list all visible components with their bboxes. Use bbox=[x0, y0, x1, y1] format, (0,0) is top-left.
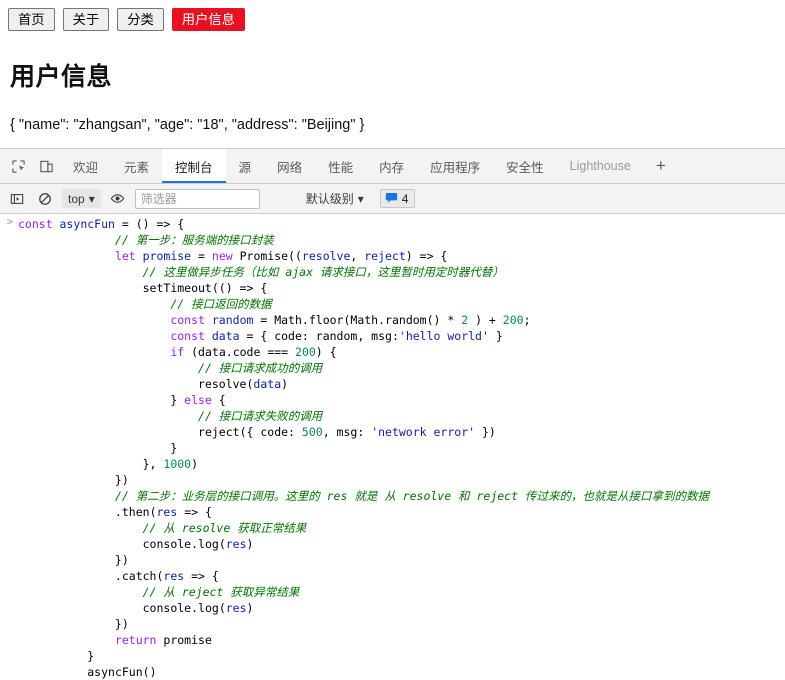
tab-lighthouse[interactable]: Lighthouse bbox=[557, 149, 644, 183]
tab-application[interactable]: 应用程序 bbox=[417, 149, 493, 183]
console-code-line: let promise = new Promise((resolve, reje… bbox=[114, 249, 448, 263]
tab-sources[interactable]: 源 bbox=[226, 149, 265, 183]
console-code-line: .then(res => { bbox=[18, 505, 212, 519]
log-level-selector[interactable]: 默认级别 ▾ bbox=[306, 190, 364, 207]
console-input-code: const asyncFun = () => { // 第一步：服务端的接口封装… bbox=[18, 216, 785, 680]
console-filter-toolbar: top ▾ 默认级别 ▾ 4 bbox=[0, 184, 785, 214]
live-expression-eye-icon[interactable] bbox=[107, 188, 129, 210]
console-code-line: if (data.code === 200) { bbox=[170, 345, 337, 359]
issues-message-icon bbox=[385, 192, 398, 206]
filter-input[interactable] bbox=[134, 188, 260, 209]
device-toolbar-icon[interactable] bbox=[32, 149, 60, 183]
issues-badge[interactable]: 4 bbox=[379, 189, 416, 208]
console-code-line: // 接口请求失败的调用 bbox=[198, 409, 323, 423]
inspect-element-icon[interactable] bbox=[4, 149, 32, 183]
console-sidebar-icon[interactable] bbox=[6, 188, 28, 210]
issues-count: 4 bbox=[401, 191, 409, 206]
console-code-line: // 接口返回的数据 bbox=[170, 297, 272, 311]
tab-welcome[interactable]: 欢迎 bbox=[60, 149, 111, 183]
console-code-line: asyncFun() bbox=[87, 665, 157, 679]
console-code-line: // 从 reject 获取异常结果 bbox=[142, 585, 300, 599]
console-code-line: resolve(data) bbox=[198, 377, 289, 391]
console-code-line: } else { bbox=[18, 393, 226, 407]
execution-context-value: top bbox=[68, 191, 85, 206]
tab-network[interactable]: 网络 bbox=[264, 149, 315, 183]
execution-context-selector[interactable]: top ▾ bbox=[62, 189, 101, 208]
console-code-line: const random = Math.floor(Math.random() … bbox=[170, 313, 531, 327]
console-output-area[interactable]: > const asyncFun = () => { // 第一步：服务端的接口… bbox=[0, 214, 785, 680]
console-code-line: const asyncFun = () => { bbox=[18, 217, 185, 231]
tab-console[interactable]: 控制台 bbox=[162, 149, 226, 183]
console-code-line: }) bbox=[18, 617, 129, 631]
console-code-line: const data = { code: random, msg:'hello … bbox=[170, 329, 503, 343]
console-code-line: // 这里做异步任务（比如 ajax 请求接口，这里暂时用定时器代替） bbox=[142, 265, 504, 279]
console-prompt-glyph: > bbox=[6, 215, 14, 228]
tab-security[interactable]: 安全性 bbox=[493, 149, 557, 183]
chevron-down-icon: ▾ bbox=[357, 191, 364, 206]
console-code-line: } bbox=[18, 649, 95, 663]
console-code-line: // 第一步：服务端的接口封装 bbox=[114, 233, 274, 247]
devtools-tabbar: 欢迎 元素 控制台 源 网络 性能 内存 应用程序 安全性 Lighthouse… bbox=[0, 149, 785, 184]
console-code-line: .catch(res => { bbox=[18, 569, 219, 583]
tab-elements[interactable]: 元素 bbox=[111, 149, 162, 183]
console-code-line: } bbox=[18, 441, 178, 455]
console-code-line: console.log(res) bbox=[142, 601, 254, 615]
devtools-panel: 欢迎 元素 控制台 源 网络 性能 内存 应用程序 安全性 Lighthouse… bbox=[0, 148, 785, 680]
user-info-json-text: { "name": "zhangsan", "age": "18", "addr… bbox=[10, 117, 365, 133]
nav-button-home[interactable]: 首页 bbox=[8, 8, 55, 31]
console-code-line: }) bbox=[18, 473, 129, 487]
nav-button-user-info[interactable]: 用户信息 bbox=[171, 8, 245, 31]
console-code-line: setTimeout(() => { bbox=[142, 281, 268, 295]
console-code-line: // 从 resolve 获取正常结果 bbox=[142, 521, 307, 535]
nav-button-category[interactable]: 分类 bbox=[117, 8, 164, 31]
site-navbar: 首页 关于 分类 用户信息 bbox=[8, 8, 777, 31]
add-panel-button[interactable]: + bbox=[644, 149, 678, 183]
chevron-down-icon: ▾ bbox=[88, 191, 95, 206]
console-code-line: reject({ code: 500, msg: 'network error'… bbox=[198, 425, 496, 439]
log-level-label: 默认级别 bbox=[305, 192, 354, 206]
console-code-line: return promise bbox=[114, 633, 212, 647]
console-input-entry: > const asyncFun = () => { // 第一步：服务端的接口… bbox=[0, 214, 785, 680]
console-code-line: console.log(res) bbox=[142, 537, 254, 551]
console-code-line: }) bbox=[18, 553, 129, 567]
tab-memory[interactable]: 内存 bbox=[366, 149, 417, 183]
page-title: 用户信息 bbox=[10, 63, 113, 91]
console-code-line: }, 1000) bbox=[18, 457, 199, 471]
console-code-line: // 接口请求成功的调用 bbox=[198, 361, 323, 375]
tab-performance[interactable]: 性能 bbox=[315, 149, 366, 183]
nav-button-about[interactable]: 关于 bbox=[62, 8, 110, 31]
clear-console-icon[interactable] bbox=[34, 188, 56, 210]
browser-page-content: 首页 关于 分类 用户信息 用户信息 { "name": "zhangsan",… bbox=[0, 0, 785, 148]
console-code-line: // 第二步：业务层的接口调用。这里的 res 就是 从 resolve 和 r… bbox=[114, 489, 709, 503]
